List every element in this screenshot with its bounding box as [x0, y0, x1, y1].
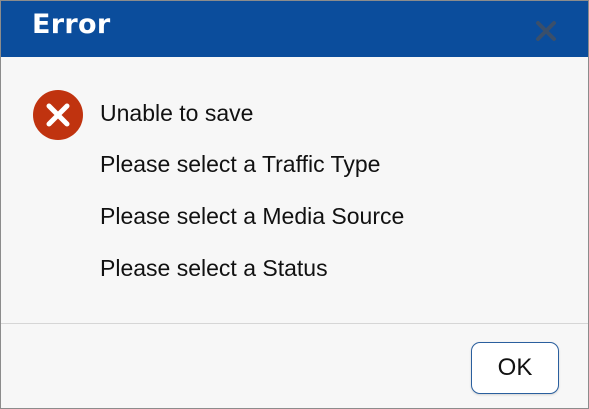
dialog-titlebar: Error	[1, 1, 588, 57]
dialog-body: Unable to save Please select a Traffic T…	[1, 57, 588, 323]
error-circle-x-icon	[32, 89, 84, 141]
close-button[interactable]	[533, 18, 559, 44]
error-message-item: Please select a Status	[100, 255, 328, 281]
ok-button[interactable]: OK	[471, 342, 559, 394]
error-message-item: Please select a Traffic Type	[100, 151, 381, 177]
error-message-title: Unable to save	[100, 100, 254, 126]
error-message-item: Please select a Media Source	[100, 203, 405, 229]
close-icon	[536, 21, 556, 41]
dialog-footer: OK	[1, 324, 588, 408]
error-dialog: Error Unable to save Please select a Tra…	[0, 0, 589, 409]
dialog-title: Error	[32, 9, 111, 40]
